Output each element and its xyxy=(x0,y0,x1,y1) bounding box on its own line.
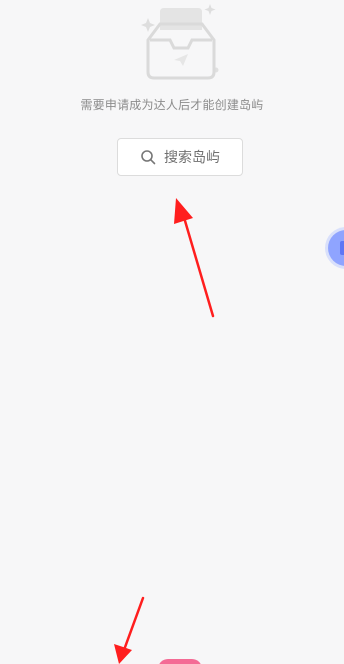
empty-state-message: 需要申请成为达人后才能创建岛屿 xyxy=(80,98,264,112)
search-island-label: 搜索岛屿 xyxy=(164,150,220,166)
island-page: 需要申请成为达人后才能创建岛屿 搜索岛屿 xyxy=(0,0,344,664)
empty-box-icon xyxy=(141,4,219,80)
annotation-arrow-search xyxy=(174,198,215,318)
floating-action-icon xyxy=(340,241,344,255)
search-icon xyxy=(140,149,156,165)
bottom-tab-create[interactable] xyxy=(158,659,202,664)
annotation-arrow-bottom-tab xyxy=(114,596,145,664)
search-island-button[interactable]: 搜索岛屿 xyxy=(117,138,243,176)
floating-action-button[interactable] xyxy=(328,230,344,266)
